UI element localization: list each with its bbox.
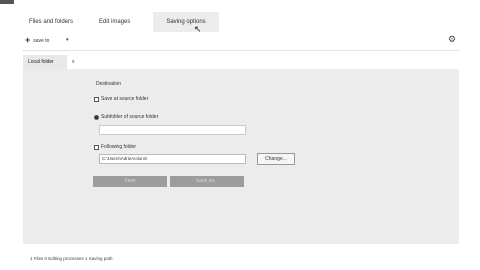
checkbox[interactable]	[94, 144, 99, 150]
top-tab-bar: Files and folders Edit images Saving opt…	[23, 12, 219, 32]
save-to-label: save to	[33, 37, 50, 44]
save-as-button[interactable]: Save as...	[170, 176, 244, 187]
divider	[23, 50, 460, 51]
option-following-folder[interactable]: Following folder	[94, 144, 136, 150]
tab-local-folder[interactable]: Local folder	[23, 55, 67, 69]
option-label: Subfolder of source folder	[101, 114, 159, 120]
change-button[interactable]: Change...	[257, 153, 295, 165]
folder-path-input[interactable]: C:\Users\AdrieActions\	[99, 154, 246, 164]
saving-options-panel: Destination Save at source folder Subfol…	[23, 69, 459, 244]
tab-files-and-folders[interactable]: Files and folders	[23, 12, 93, 32]
save-button[interactable]: Save	[93, 176, 167, 187]
app-logo	[0, 0, 14, 4]
option-label: Following folder	[101, 144, 137, 150]
destination-heading: Destination	[96, 81, 122, 87]
subfolder-input[interactable]	[99, 125, 246, 135]
close-icon[interactable]: x	[72, 59, 75, 65]
gear-icon[interactable]: ⚙	[448, 34, 456, 45]
destination-tab-bar: Local folder x	[23, 55, 75, 69]
status-bar: 1 Files 0 Editing processes 1 Saving pat…	[30, 256, 113, 261]
option-subfolder[interactable]: Subfolder of source folder	[94, 114, 158, 120]
tab-saving-options[interactable]: Saving options	[153, 12, 219, 32]
option-label: Save at source folder	[101, 96, 149, 102]
tab-edit-images[interactable]: Edit images	[93, 12, 153, 32]
plus-icon: +	[25, 35, 31, 45]
save-to-button[interactable]: + save to	[25, 36, 49, 45]
radio-button[interactable]	[94, 114, 99, 120]
option-source-folder[interactable]: Save at source folder	[94, 96, 148, 102]
chevron-down-icon[interactable]: ▾	[66, 37, 69, 43]
toolbar: + save to ▾ ⚙	[0, 33, 480, 49]
checkbox[interactable]	[94, 96, 99, 102]
